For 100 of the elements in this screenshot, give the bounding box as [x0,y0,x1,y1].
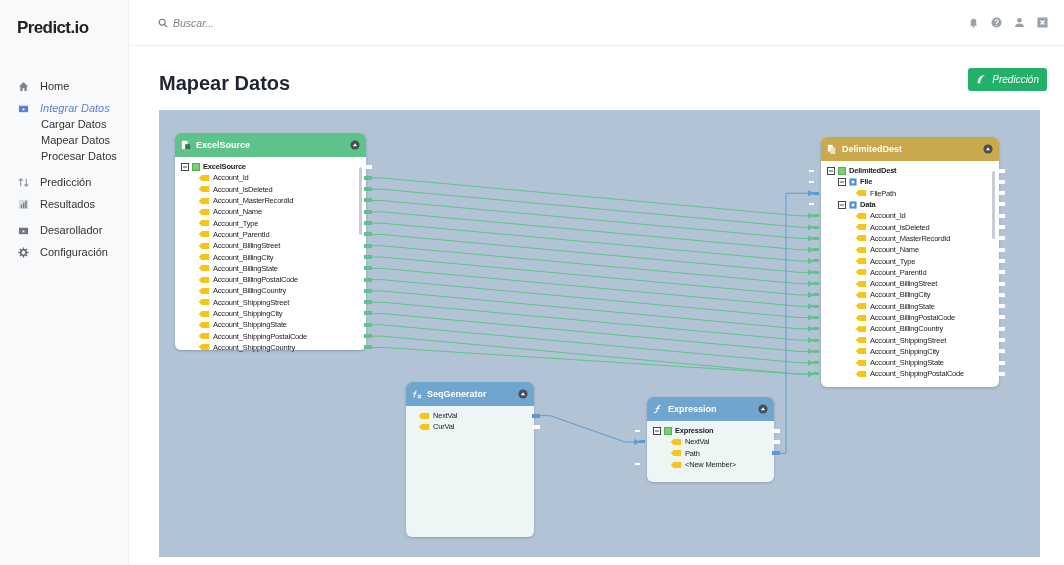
node-card[interactable] [175,133,366,350]
scrollbar[interactable] [359,167,362,235]
input-port[interactable] [813,304,819,308]
output-port[interactable] [997,179,1005,184]
output-port[interactable] [364,243,372,248]
expander[interactable] [653,426,661,435]
nav-item[interactable]: Desarollador [18,224,128,236]
node-card[interactable] [821,137,999,387]
output-port[interactable] [997,326,1005,331]
output-port[interactable] [997,168,1005,173]
output-port[interactable] [997,236,1005,241]
input-port[interactable] [813,361,819,365]
input-port[interactable] [813,349,819,353]
output-port[interactable] [997,270,1005,275]
collapse-button[interactable] [518,389,528,399]
input-port[interactable] [813,282,819,285]
output-port[interactable] [997,349,1005,354]
nav-item[interactable]: Integrar Datos [18,102,128,114]
output-port[interactable] [364,187,372,192]
input-port[interactable] [635,429,640,432]
input-port[interactable] [639,440,645,444]
function-icon [653,404,663,414]
output-port[interactable] [997,247,1005,252]
output-port[interactable] [364,311,372,316]
output-port[interactable] [997,360,1005,365]
input-port[interactable] [813,225,819,229]
nav-item[interactable]: Configuración [18,246,128,258]
user-icon[interactable] [1014,17,1025,28]
output-port[interactable] [532,424,540,429]
output-port[interactable] [997,202,1005,207]
input-port[interactable] [813,270,819,274]
output-port[interactable] [997,292,1005,297]
input-port[interactable] [813,248,819,252]
output-port[interactable] [364,266,372,271]
field-icon [198,220,210,227]
help-icon[interactable] [991,17,1002,28]
output-port[interactable] [772,439,780,444]
output-port[interactable] [364,345,372,350]
input-port[interactable] [813,236,819,240]
input-port[interactable] [813,259,819,263]
folder-icon [849,200,857,209]
field-icon [855,314,867,321]
collapse-button[interactable] [758,404,768,414]
input-port[interactable] [809,203,814,206]
field-icon [198,254,210,260]
input-port[interactable] [813,315,819,319]
input-port[interactable] [809,169,814,172]
field-icon [855,348,867,355]
output-port[interactable] [997,191,1005,196]
input-port[interactable] [813,214,819,218]
output-port[interactable] [772,428,780,433]
expander[interactable] [181,162,189,171]
output-port[interactable] [364,209,372,214]
output-port[interactable] [532,413,540,418]
output-port[interactable] [997,371,1005,376]
output-port[interactable] [997,258,1005,263]
output-port[interactable] [364,322,372,327]
collapse-button[interactable] [983,144,993,154]
output-port[interactable] [364,300,372,305]
output-port[interactable] [997,281,1005,286]
close-icon[interactable] [1037,17,1048,28]
input-port[interactable] [813,293,819,297]
expander[interactable] [827,166,835,175]
input-port[interactable] [809,180,814,183]
nav-item[interactable]: Resultados [18,198,128,210]
output-port[interactable] [364,198,372,203]
field-icon [855,291,867,298]
input-port[interactable] [813,327,819,331]
output-port[interactable] [997,304,1005,309]
output-port[interactable] [364,232,372,237]
nav-item[interactable]: Predicción [18,176,128,188]
expander[interactable] [838,200,846,209]
search-field[interactable]: Buscar... [173,14,373,31]
field-icon [198,287,210,294]
nav-subitem[interactable]: Cargar Datos [18,118,128,130]
collapse-button[interactable] [350,140,360,150]
output-port[interactable] [997,213,1005,218]
leaf-icon [976,74,987,84]
output-port[interactable] [364,175,372,180]
field-icon [198,186,210,193]
input-port[interactable] [813,191,819,195]
output-port[interactable] [364,288,372,293]
scrollbar[interactable] [992,171,995,239]
nav-subitem[interactable]: Mapear Datos [18,134,128,146]
input-port[interactable] [813,338,819,342]
field-icon [198,242,210,249]
output-port[interactable] [364,254,372,259]
nav-item[interactable]: Home [18,80,128,92]
field-icon [198,321,210,328]
spreadsheet-icon [181,140,191,150]
output-port[interactable] [364,164,372,169]
output-port[interactable] [997,315,1005,320]
nav-subitem[interactable]: Procesar Datos [18,150,128,162]
input-port[interactable] [813,372,819,376]
search-icon [158,17,168,28]
output-port[interactable] [364,277,372,282]
output-port[interactable] [772,451,780,456]
bell-icon[interactable] [968,17,979,28]
expander[interactable] [838,177,846,186]
input-port[interactable] [635,463,640,466]
